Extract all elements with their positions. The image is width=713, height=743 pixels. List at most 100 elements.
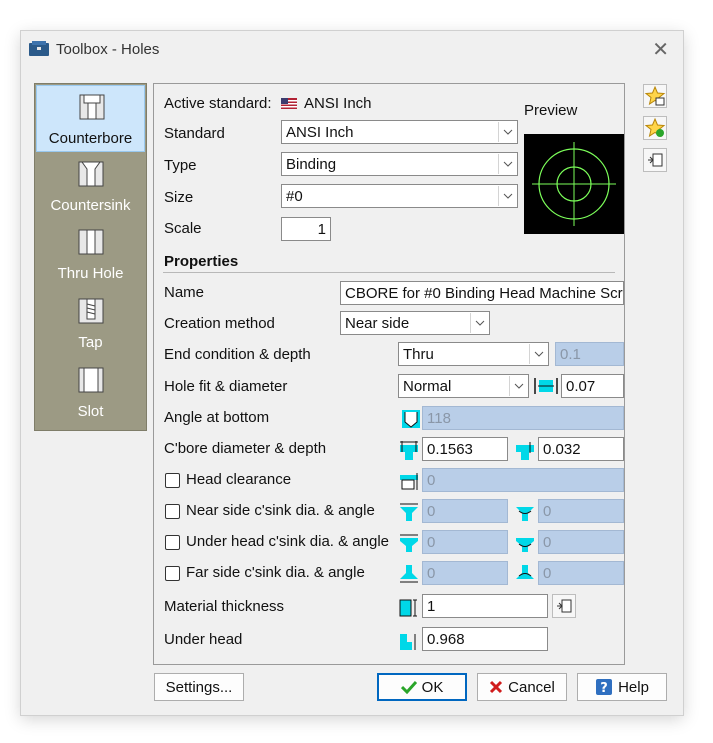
svg-text:?: ? (600, 681, 608, 696)
end-condition-label: End condition & depth (164, 346, 311, 363)
type-label: Type (164, 157, 197, 174)
end-condition-value: Thru (403, 346, 434, 363)
type-select[interactable]: Binding (281, 152, 518, 176)
save-favorite-button[interactable] (643, 116, 667, 140)
cbore-depth-icon (516, 442, 534, 460)
sidebar-item-thru-hole[interactable]: Thru Hole (36, 221, 145, 288)
angle-bottom-label: Angle at bottom (164, 409, 270, 426)
cancel-button[interactable]: Cancel (477, 673, 567, 701)
under-csink-angle-icon (516, 538, 534, 552)
add-favorite-button[interactable] (643, 84, 667, 108)
near-csink-angle-input[interactable]: 0 (538, 499, 624, 523)
properties-heading: Properties (164, 253, 239, 270)
import-icon (648, 153, 663, 167)
under-head-label: Under head (164, 631, 243, 648)
sidebar-item-tap[interactable]: Tap (36, 290, 145, 357)
star-save-icon (644, 117, 666, 138)
active-standard-value: ANSI Inch (304, 95, 372, 112)
properties-divider (163, 272, 615, 273)
near-csink-dia-icon (400, 503, 418, 521)
far-csink-dia-input[interactable]: 0 (422, 561, 508, 585)
near-csink-dia-input[interactable]: 0 (422, 499, 508, 523)
chevron-down-icon (498, 154, 516, 174)
sidebar-item-label: Slot (77, 403, 104, 420)
sidebar-item-label: Thru Hole (57, 265, 124, 282)
title-bar: Toolbox - Holes ✕ (21, 31, 683, 69)
hole-diameter-icon (534, 378, 558, 394)
creation-method-select[interactable]: Near side (340, 311, 490, 335)
thru-hole-icon (78, 229, 104, 255)
hole-type-sidebar: Counterbore Countersink Thru Hole Tap Sl… (34, 83, 147, 431)
size-value: #0 (286, 188, 303, 205)
standard-select[interactable]: ANSI Inch (281, 120, 518, 144)
close-icon[interactable]: ✕ (652, 37, 669, 62)
head-clearance-checkbox[interactable] (165, 473, 180, 488)
sidebar-item-label: Countersink (50, 197, 131, 214)
window-title: Toolbox - Holes (56, 41, 160, 58)
material-thickness-input[interactable]: 1 (422, 594, 548, 618)
hole-fit-select[interactable]: Normal (398, 374, 529, 398)
sidebar-item-counterbore[interactable]: Counterbore (36, 85, 145, 152)
under-csink-checkbox[interactable] (165, 535, 180, 550)
help-icon: ? (595, 678, 613, 696)
import-button[interactable] (643, 148, 667, 172)
counterbore-icon (79, 94, 105, 120)
under-head-input[interactable]: 0.968 (422, 627, 548, 651)
sidebar-item-slot[interactable]: Slot (36, 359, 145, 426)
active-standard-label: Active standard: (164, 95, 272, 112)
pick-thickness-button[interactable] (552, 594, 576, 618)
help-button-label: Help (618, 678, 649, 696)
far-csink-angle-input[interactable]: 0 (538, 561, 624, 585)
preview-label: Preview (524, 102, 578, 119)
sidebar-item-countersink[interactable]: Countersink (36, 153, 145, 220)
us-flag-icon (281, 98, 297, 109)
head-clearance-icon (400, 473, 418, 490)
cbore-diameter-input[interactable]: 0.1563 (422, 437, 508, 461)
cbore-label: C'bore diameter & depth (164, 440, 327, 457)
near-csink-angle-icon (516, 507, 534, 521)
pick-from-model-icon (557, 599, 572, 613)
material-thickness-icon (399, 599, 417, 617)
angle-bottom-input[interactable]: 118 (422, 406, 624, 430)
head-clearance-input[interactable]: 0 (422, 468, 624, 492)
cancel-x-icon (489, 680, 503, 694)
ok-button[interactable]: OK (377, 673, 467, 701)
under-csink-label: Under head c'sink dia. & angle (186, 533, 389, 550)
under-csink-angle-input[interactable]: 0 (538, 530, 624, 554)
hole-properties-panel: Active standard: ANSI Inch Preview Stand… (153, 83, 625, 665)
name-label: Name (164, 284, 205, 301)
tap-icon (78, 298, 104, 324)
far-csink-angle-icon (516, 565, 534, 579)
slot-icon (78, 367, 104, 393)
chevron-down-icon (509, 376, 527, 396)
cbore-depth-input[interactable]: 0.032 (538, 437, 624, 461)
angle-bottom-icon (402, 410, 420, 428)
size-select[interactable]: #0 (281, 184, 518, 208)
chevron-down-icon (498, 186, 516, 206)
far-csink-checkbox[interactable] (165, 566, 180, 581)
cancel-button-label: Cancel (508, 678, 555, 696)
standard-label: Standard (164, 125, 225, 142)
toolbox-holes-dialog: Toolbox - Holes ✕ Counterbore Countersin… (21, 31, 683, 715)
chevron-down-icon (498, 122, 516, 142)
near-csink-checkbox[interactable] (165, 504, 180, 519)
scale-label: Scale (164, 220, 202, 237)
hole-preview (524, 134, 624, 234)
under-csink-dia-icon (400, 534, 418, 552)
countersink-icon (78, 161, 104, 187)
under-csink-dia-input[interactable]: 0 (422, 530, 508, 554)
material-thickness-label: Material thickness (164, 598, 285, 615)
chevron-down-icon (470, 313, 488, 333)
help-button[interactable]: ? Help (577, 673, 667, 701)
settings-button-label: Settings... (165, 678, 233, 696)
cbore-diameter-icon (400, 441, 418, 460)
hole-diameter-input[interactable]: 0.07 (561, 374, 624, 398)
scale-input[interactable]: 1 (281, 217, 331, 241)
settings-button[interactable]: Settings... (154, 673, 244, 701)
name-input[interactable]: CBORE for #0 Binding Head Machine Screw (340, 281, 624, 305)
depth-input[interactable]: 0.1 (555, 342, 624, 366)
check-icon (400, 680, 417, 694)
chevron-down-icon (529, 344, 547, 364)
end-condition-select[interactable]: Thru (398, 342, 549, 366)
hole-fit-label: Hole fit & diameter (164, 378, 288, 395)
